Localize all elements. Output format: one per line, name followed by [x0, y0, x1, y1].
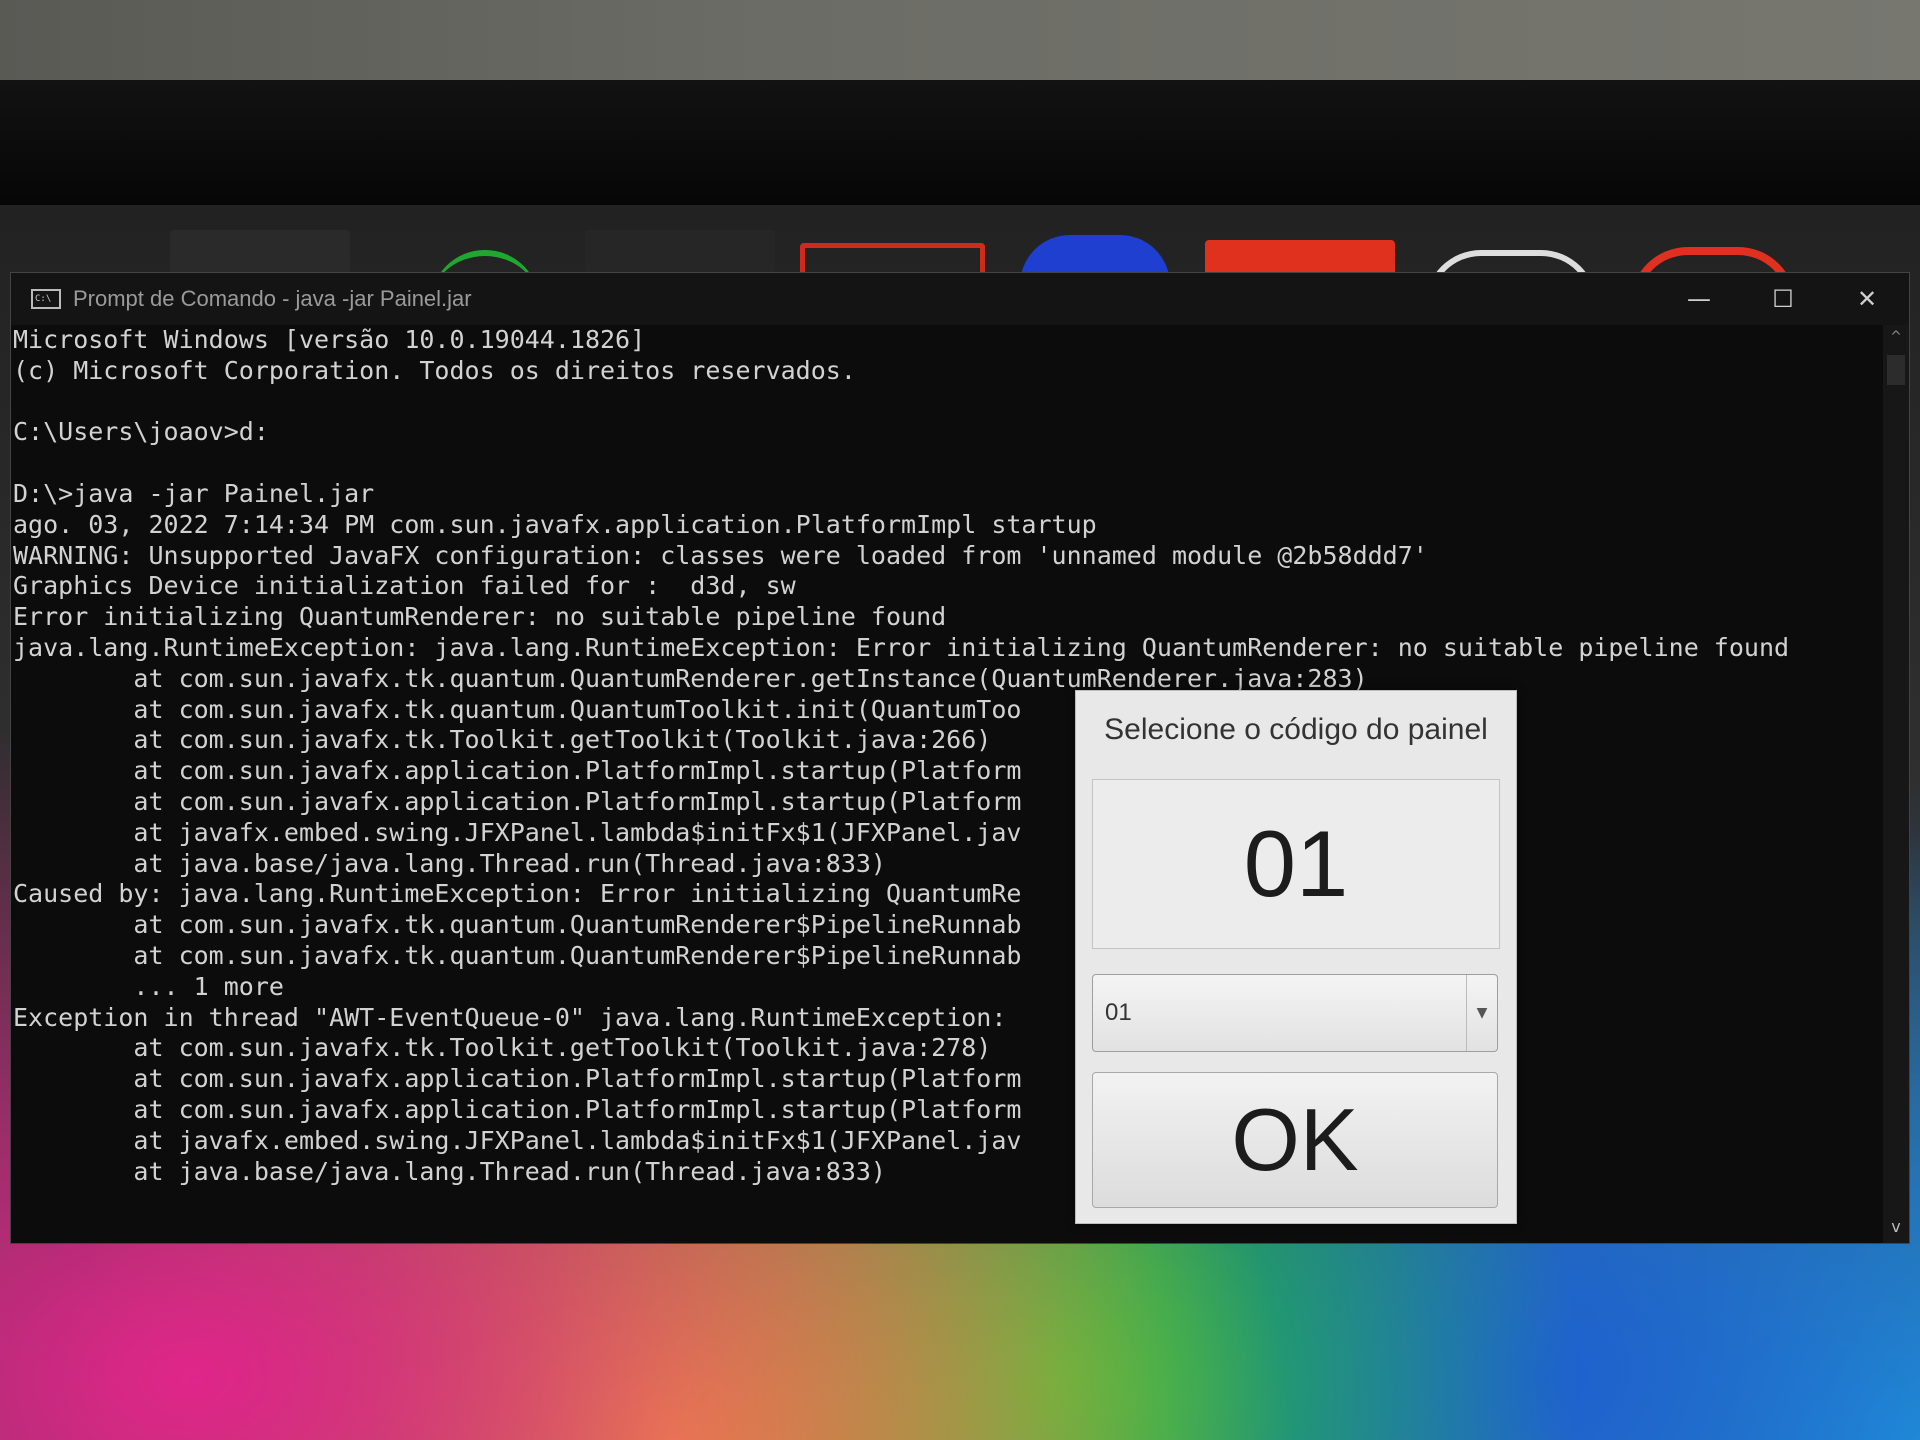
- console-line: at javafx.embed.swing.JFXPanel.lambda$in…: [13, 1125, 1022, 1155]
- console-line: Exception in thread "AWT-EventQueue-0" j…: [13, 1002, 1007, 1032]
- vertical-scrollbar[interactable]: ^ v: [1883, 325, 1909, 1243]
- console-line: at com.sun.javafx.tk.Toolkit.getToolkit(…: [13, 1033, 992, 1063]
- dialog-title: Selecione o código do painel: [1104, 713, 1488, 746]
- console-line: at com.sun.javafx.application.PlatformIm…: [13, 756, 1022, 786]
- chevron-down-icon[interactable]: ▼: [1466, 975, 1497, 1051]
- cmd-icon: C:\: [31, 289, 61, 309]
- scroll-thumb[interactable]: [1887, 355, 1905, 385]
- console-line: at com.sun.javafx.tk.quantum.QuantumRend…: [13, 910, 1443, 940]
- console-line: D:\>java -jar Painel.jar: [13, 478, 375, 508]
- console-line: at com.sun.javafx.tk.quantum.QuantumRend…: [13, 663, 1368, 693]
- console-line: at com.sun.javafx.application.PlatformIm…: [13, 1064, 1022, 1094]
- console-line: at javafx.embed.swing.JFXPanel.lambda$in…: [13, 817, 1022, 847]
- console-line: at com.sun.javafx.tk.quantum.QuantumRend…: [13, 940, 1428, 970]
- console-line: at com.sun.javafx.application.PlatformIm…: [13, 1094, 1022, 1124]
- maximize-button[interactable]: ☐: [1741, 273, 1825, 325]
- console-line: at java.base/java.lang.Thread.run(Thread…: [13, 1156, 886, 1186]
- monitor-bezel: [0, 80, 1920, 220]
- console-line: Microsoft Windows [versão 10.0.19044.182…: [13, 325, 646, 354]
- console-line: C:\Users\joaov>d:: [13, 417, 269, 447]
- minimize-button[interactable]: —: [1657, 273, 1741, 325]
- panel-code-dialog[interactable]: Selecione o código do painel 01 01 ▼ OK: [1075, 690, 1517, 1224]
- command-prompt-window[interactable]: C:\ Prompt de Comando - java -jar Painel…: [10, 272, 1910, 1244]
- console-line: ... 1 more: [13, 971, 284, 1001]
- scroll-up-icon[interactable]: ^: [1883, 329, 1909, 349]
- console-line: WARNING: Unsupported JavaFX configuratio…: [13, 540, 1428, 570]
- console-output[interactable]: Microsoft Windows [versão 10.0.19044.182…: [13, 325, 1883, 1243]
- cmd-titlebar[interactable]: C:\ Prompt de Comando - java -jar Painel…: [11, 273, 1909, 325]
- console-line: java.lang.RuntimeException: java.lang.Ru…: [13, 632, 1790, 662]
- console-line: Error initializing QuantumRenderer: no s…: [13, 602, 947, 632]
- code-select[interactable]: 01 ▼: [1092, 974, 1498, 1052]
- console-line: Caused by: java.lang.RuntimeException: E…: [13, 879, 1458, 909]
- code-display-value: 01: [1243, 811, 1349, 916]
- console-line: (c) Microsoft Corporation. Todos os dire…: [13, 355, 856, 385]
- scroll-down-icon[interactable]: v: [1883, 1217, 1909, 1237]
- console-line: at com.sun.javafx.application.PlatformIm…: [13, 786, 1022, 816]
- close-button[interactable]: ✕: [1825, 273, 1909, 325]
- console-line: at com.sun.javafx.tk.quantum.QuantumTool…: [13, 694, 1022, 724]
- console-line: at java.base/java.lang.Thread.run(Thread…: [13, 848, 886, 878]
- code-display: 01: [1092, 779, 1500, 949]
- window-controls: — ☐ ✕: [1657, 273, 1909, 325]
- window-title: Prompt de Comando - java -jar Painel.jar: [73, 286, 472, 311]
- code-select-value: 01: [1105, 999, 1132, 1026]
- console-line: ago. 03, 2022 7:14:34 PM com.sun.javafx.…: [13, 509, 1097, 539]
- console-line: at com.sun.javafx.tk.Toolkit.getToolkit(…: [13, 725, 992, 755]
- console-line: Graphics Device initialization failed fo…: [13, 571, 796, 601]
- ok-button[interactable]: OK: [1092, 1072, 1498, 1208]
